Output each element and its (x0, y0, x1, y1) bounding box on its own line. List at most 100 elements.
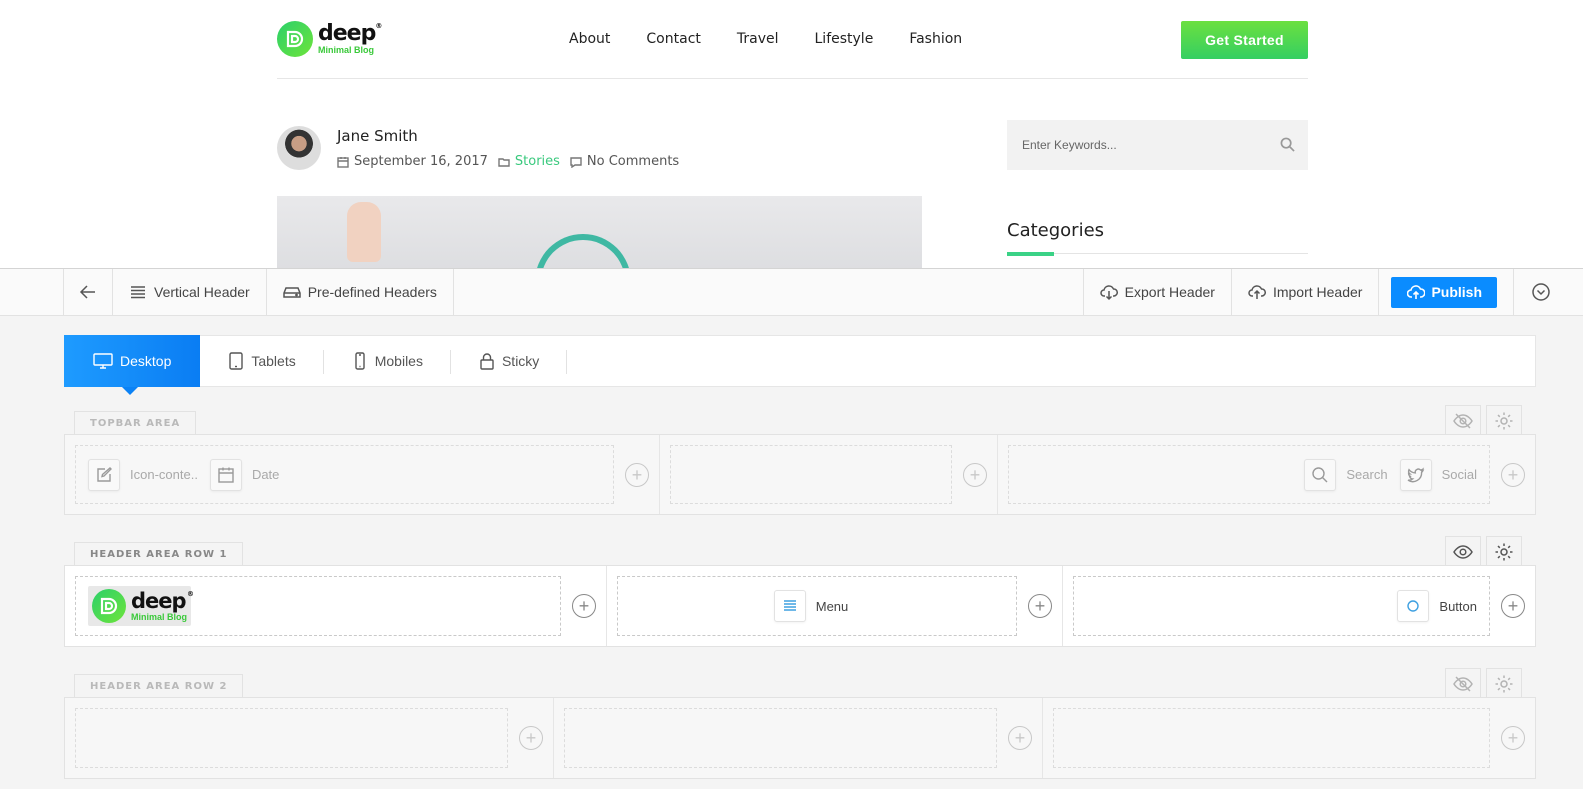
row2-cell-right: + (1043, 698, 1535, 778)
eye-off-icon (1453, 412, 1473, 429)
nav-fashion[interactable]: Fashion (909, 31, 962, 47)
header-row-2-label: HEADER AREA ROW 2 (74, 674, 244, 698)
element-date-label: Date (251, 467, 280, 482)
post-meta: September 16, 2017 Stories No Comments (337, 154, 679, 169)
tab-tablets[interactable]: Tablets (200, 336, 325, 386)
import-header-label: Import Header (1272, 284, 1363, 300)
predefined-headers-button[interactable]: Pre-defined Headers (267, 269, 454, 315)
tab-desktop[interactable]: Desktop (64, 335, 201, 395)
nav-about[interactable]: About (569, 31, 610, 47)
header-row-1-body: deep ® Minimal Blog + Menu + Button + (64, 565, 1536, 647)
monitor-icon (93, 353, 113, 369)
folder-icon (498, 157, 510, 167)
topbar-visibility-toggle[interactable] (1445, 405, 1481, 435)
add-element-button[interactable]: + (1008, 726, 1032, 750)
element-date[interactable]: Date (209, 458, 280, 491)
add-element-button[interactable]: + (625, 462, 649, 487)
header-row-2-visibility-toggle[interactable] (1445, 668, 1481, 698)
back-button[interactable] (63, 269, 113, 315)
header-row-2-settings-button[interactable] (1486, 668, 1522, 698)
row2-cell-left: + (65, 698, 554, 778)
publish-button[interactable]: Publish (1391, 276, 1497, 308)
tab-sticky[interactable]: Sticky (451, 336, 568, 386)
add-element-button[interactable]: + (572, 594, 596, 618)
author-name[interactable]: Jane Smith (337, 127, 679, 145)
element-icon-content[interactable]: Icon-conte.. (88, 458, 198, 491)
import-header-button[interactable]: Import Header (1232, 269, 1380, 315)
header-row-1-visibility-toggle[interactable] (1445, 536, 1481, 566)
topbar-area-label: TOPBAR AREA (74, 411, 197, 435)
twitter-icon (1407, 466, 1424, 482)
topbar-cell-left: Icon-conte.. Date + (65, 435, 660, 514)
sidebar-categories-title: Categories (1007, 220, 1105, 241)
element-search[interactable]: Search (1304, 458, 1388, 491)
tab-desktop-label: Desktop (120, 353, 172, 369)
element-search-label: Search (1346, 467, 1388, 482)
predefined-headers-label: Pre-defined Headers (307, 284, 437, 300)
nav-lifestyle[interactable]: Lifestyle (815, 31, 874, 47)
get-started-button[interactable]: Get Started (1181, 21, 1308, 59)
element-menu[interactable]: Menu (773, 590, 848, 622)
nav-travel[interactable]: Travel (737, 31, 779, 47)
row1-drop-center[interactable]: Menu (617, 576, 1017, 636)
drive-icon (282, 287, 301, 298)
logo-word: deep (131, 588, 187, 613)
topbar-drop-center[interactable] (670, 445, 952, 504)
device-tabs: Desktop Tablets Mobiles Sticky (64, 335, 1536, 395)
row2-drop-center[interactable] (564, 708, 997, 768)
avatar[interactable] (277, 126, 321, 170)
search-icon (1312, 466, 1328, 482)
calendar-icon (218, 467, 234, 483)
row2-drop-left[interactable] (75, 708, 508, 768)
add-element-button[interactable]: + (963, 462, 987, 487)
post-comments[interactable]: No Comments (587, 154, 679, 169)
logo-tagline: Minimal Blog (318, 45, 374, 55)
calendar-icon (337, 156, 349, 168)
topbar-drop-left[interactable]: Icon-conte.. Date (75, 445, 614, 504)
search-icon[interactable] (1280, 137, 1295, 152)
add-element-button[interactable]: + (1501, 726, 1525, 750)
nav-contact[interactable]: Contact (646, 31, 700, 47)
header-row-1-settings-button[interactable] (1486, 536, 1522, 566)
topbar-area-body: Icon-conte.. Date + + Search Social + (64, 434, 1536, 515)
logo-mark-icon (92, 589, 126, 623)
eye-icon (1453, 544, 1473, 559)
row2-cell-center: + (554, 698, 1043, 778)
post-author: Jane Smith September 16, 2017 Stories No… (277, 126, 679, 170)
header-row-2-body: + + + (64, 697, 1536, 779)
row1-drop-right[interactable]: Button (1073, 576, 1490, 636)
edit-icon (97, 466, 112, 482)
post-featured-image[interactable] (277, 196, 922, 268)
add-element-button[interactable]: + (1501, 462, 1525, 487)
element-social[interactable]: Social (1399, 458, 1477, 491)
more-options-button[interactable] (1514, 269, 1568, 315)
add-element-button[interactable]: + (1501, 594, 1525, 618)
element-social-label: Social (1441, 467, 1477, 482)
element-button[interactable]: Button (1397, 590, 1477, 622)
row1-drop-left[interactable]: deep ® Minimal Blog (75, 576, 561, 636)
export-header-button[interactable]: Export Header (1084, 269, 1232, 315)
element-logo[interactable]: deep ® Minimal Blog (88, 586, 194, 626)
header-builder: Vertical Header Pre-defined Headers Expo… (0, 268, 1583, 789)
topbar-settings-button[interactable] (1486, 405, 1522, 435)
site-logo[interactable]: deep ® Minimal Blog (277, 21, 382, 57)
topbar-area: TOPBAR AREA Icon-conte.. Date + + Search… (64, 405, 1536, 515)
chevron-down-circle-icon (1532, 283, 1550, 301)
logo-mark-icon (277, 21, 313, 57)
row2-drop-right[interactable] (1053, 708, 1490, 768)
add-element-button[interactable]: + (519, 726, 543, 750)
menu-icon (783, 600, 796, 611)
gear-icon (1495, 543, 1513, 560)
search-input[interactable] (1007, 120, 1308, 170)
post-category[interactable]: Stories (515, 154, 560, 169)
cloud-upload-icon (1407, 285, 1426, 299)
topbar-drop-right[interactable]: Search Social (1008, 445, 1490, 504)
add-element-button[interactable]: + (1028, 594, 1052, 618)
vertical-header-button[interactable]: Vertical Header (113, 269, 267, 315)
row1-cell-right: Button + (1063, 566, 1535, 646)
lock-icon (480, 353, 494, 370)
tab-mobiles[interactable]: Mobiles (324, 336, 452, 386)
categories-underline (1007, 252, 1308, 256)
tablet-icon (229, 352, 244, 370)
export-header-label: Export Header (1124, 284, 1215, 300)
